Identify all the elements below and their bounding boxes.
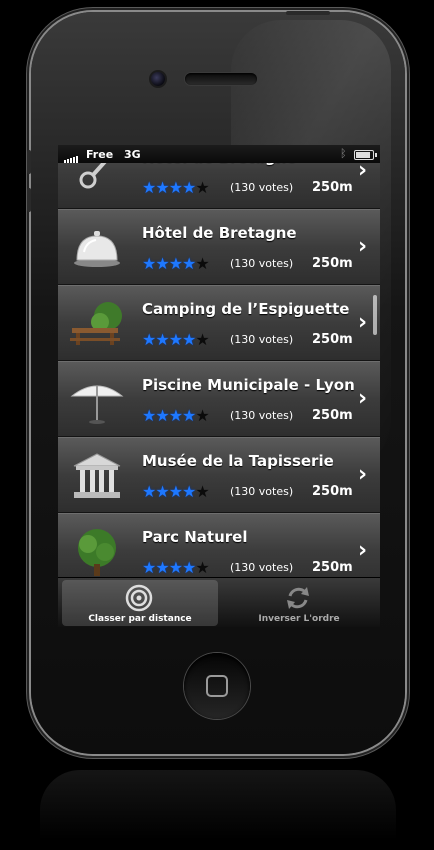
power-button[interactable] [286,11,330,15]
distance: 250m [312,408,353,423]
star-icon: ★ [142,558,156,577]
volume-down-button[interactable] [27,188,31,212]
vote-count: (130 votes) [230,333,294,346]
star-icon: ★ [142,254,156,273]
chevron-right-icon: › [358,234,368,259]
star-icon: ★ [155,482,169,501]
refresh-icon [287,587,309,609]
star-icon: ★ [182,330,196,349]
picnic-table-tree-icon [70,298,124,350]
star-icon: ★ [168,178,183,197]
vote-count: (130 votes) [230,181,294,194]
list-item[interactable]: Camping de l’Espiguette ★★★★★ (130 votes) 2… [58,285,380,361]
place-title: Piscine Municipale - Lyon [142,376,355,394]
carrier-name: Free [86,148,114,161]
star-rating: ★★★★★ [142,406,210,425]
star-icon: ★ [155,406,169,425]
star-rating: ★★★★★ [142,558,210,577]
star-icon: ★ [168,406,183,425]
place-title: Hôtel de Bretagne [142,224,297,242]
parasol-icon [70,374,124,426]
bluetooth-icon: ᛒ [340,147,347,160]
star-icon: ★ [195,406,209,425]
star-icon: ★ [142,482,156,501]
tab-reverse-order-label: Inverser L'ordre [258,614,340,624]
star-rating: ★★★★★ [142,178,210,197]
distance: 250m [312,180,353,195]
museum-building-icon [70,450,124,502]
star-rating: ★★★★★ [142,482,210,501]
chevron-right-icon: › [358,310,368,335]
home-square-icon [206,675,228,697]
front-camera [151,72,165,86]
star-icon: ★ [155,558,169,577]
distance: 250m [312,256,353,271]
distance: 250m [312,560,353,575]
star-icon: ★ [195,330,209,349]
tab-sort-by-distance[interactable]: Classer par distance [62,580,218,626]
target-icon [125,584,153,612]
star-icon: ★ [195,254,209,273]
places-list[interactable]: Hôtel de Bretagne★★★★★(130 votes)250m›Hô… [58,145,380,589]
earpiece-speaker [185,73,257,85]
tab-sort-by-distance-label: Classer par distance [88,614,192,624]
star-icon: ★ [168,254,183,273]
place-title: Camping de l’Espiguette [142,300,350,318]
place-title: Parc Naturel [142,528,248,546]
home-button[interactable] [184,653,250,719]
vote-count: (130 votes) [230,485,294,498]
volume-up-button[interactable] [27,150,31,174]
vote-count: (130 votes) [230,561,294,574]
star-icon: ★ [182,254,196,273]
star-icon: ★ [182,406,196,425]
room-service-bell-icon [70,222,124,274]
tab-reverse-order[interactable]: Inverser L'ordre [221,580,377,626]
status-bar: Free 3G ᛒ [58,145,380,163]
signal-strength-icon [64,150,79,163]
list-item[interactable]: Musée de la Tapisserie ★★★★★ (130 votes) 25… [58,437,380,513]
chevron-right-icon: › [358,462,368,487]
tree-icon [70,526,124,578]
star-icon: ★ [182,482,196,501]
chevron-right-icon: › [358,538,368,563]
star-icon: ★ [168,330,183,349]
vote-count: (130 votes) [230,409,294,422]
distance: 250m [312,332,353,347]
scrollbar[interactable] [373,295,377,335]
network-type: 3G [124,148,141,161]
star-icon: ★ [182,558,196,577]
star-icon: ★ [142,178,156,197]
list-item[interactable]: Hôtel de Bretagne★★★★★(130 votes)250m› [58,209,380,285]
distance: 250m [312,484,353,499]
list-item[interactable]: Piscine Municipale - Lyon ★★★★★ (130 votes… [58,361,380,437]
place-title: Musée de la Tapisserie [142,452,334,470]
vote-count: (130 votes) [230,257,294,270]
star-rating: ★★★★★ [142,330,210,349]
star-icon: ★ [155,178,169,197]
star-icon: ★ [142,406,156,425]
star-icon: ★ [168,558,183,577]
star-icon: ★ [182,178,196,197]
star-icon: ★ [195,558,209,577]
star-icon: ★ [168,482,183,501]
battery-icon [354,150,377,160]
star-icon: ★ [195,482,209,501]
star-icon: ★ [155,254,169,273]
star-rating: ★★★★★ [142,254,210,273]
screen: Free 3G ᛒ Hôtel de Bretagne★★★★★(130 vot… [58,145,380,627]
chevron-right-icon: › [358,386,368,411]
phone-reflection [40,770,396,840]
star-icon: ★ [195,178,209,197]
star-icon: ★ [142,330,156,349]
star-icon: ★ [155,330,169,349]
tab-bar: Classer par distance Inverser L'ordre [58,577,380,627]
